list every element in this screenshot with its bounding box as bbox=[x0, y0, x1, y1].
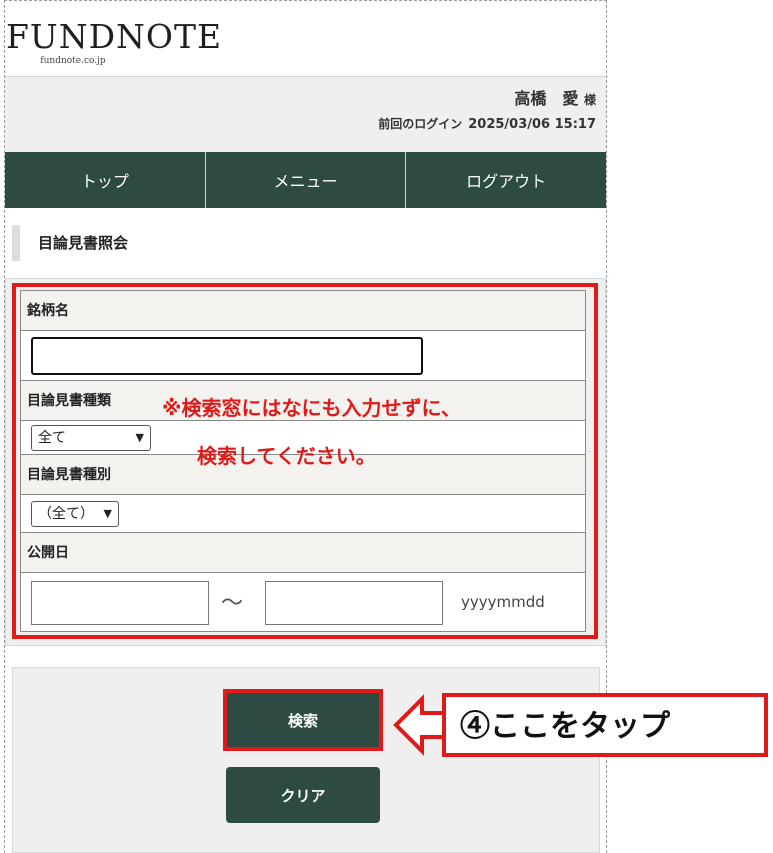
brand-name-label: 銘柄名 bbox=[21, 291, 585, 331]
date-from-input[interactable] bbox=[31, 581, 209, 625]
nav-top[interactable]: トップ bbox=[5, 152, 206, 208]
brand-name-row bbox=[21, 331, 585, 381]
user-honorific: 様 bbox=[583, 93, 596, 107]
page-title: 目論見書照会 bbox=[12, 225, 128, 261]
callout-text: ④ここをタップ bbox=[460, 709, 670, 744]
user-name-text: 高橋 愛 bbox=[514, 89, 579, 108]
chevron-down-icon: ▼ bbox=[103, 507, 112, 520]
user-bar: 高橋 愛 様 前回のログイン 2025/03/06 15:17 bbox=[5, 76, 606, 152]
date-to-input[interactable] bbox=[265, 581, 443, 625]
brand-name-input[interactable] bbox=[31, 337, 423, 375]
last-login-label: 前回のログイン bbox=[378, 117, 463, 131]
doc-kind-row: （全て） ▼ bbox=[21, 495, 585, 533]
instruction-note-line1: ※検索窓にはなにも入力せずに、 bbox=[162, 396, 461, 420]
user-name: 高橋 愛 様 bbox=[514, 85, 596, 109]
publish-date-row: ～ yyyymmdd bbox=[21, 573, 585, 631]
chevron-down-icon: ▼ bbox=[135, 431, 144, 444]
publish-date-label: 公開日 bbox=[21, 533, 585, 573]
instruction-note-line2: 検索してください。 bbox=[197, 444, 376, 468]
nav-menu[interactable]: メニュー bbox=[206, 152, 407, 208]
logo-domain: fundnote.co.jp bbox=[40, 56, 106, 66]
tap-callout: ④ここをタップ bbox=[392, 693, 768, 757]
search-button-highlight bbox=[223, 689, 383, 751]
nav-logout[interactable]: ログアウト bbox=[406, 152, 606, 208]
clear-button[interactable]: クリア bbox=[226, 767, 380, 823]
doc-kind-select[interactable]: （全て） ▼ bbox=[31, 501, 119, 527]
doc-type-value: 全て bbox=[38, 430, 66, 446]
doc-type-select[interactable]: 全て ▼ bbox=[31, 425, 151, 451]
last-login: 前回のログイン 2025/03/06 15:17 bbox=[378, 115, 596, 132]
doc-kind-value: （全て） bbox=[38, 506, 94, 522]
date-separator: ～ bbox=[221, 591, 244, 616]
main-nav: トップ メニュー ログアウト bbox=[5, 152, 606, 208]
date-format-hint: yyyymmdd bbox=[461, 593, 545, 611]
last-login-value: 2025/03/06 15:17 bbox=[468, 117, 596, 132]
site-logo[interactable]: FUNDNOTE fundnote.co.jp bbox=[6, 17, 223, 67]
logo-text: FUNDNOTE bbox=[6, 17, 223, 56]
